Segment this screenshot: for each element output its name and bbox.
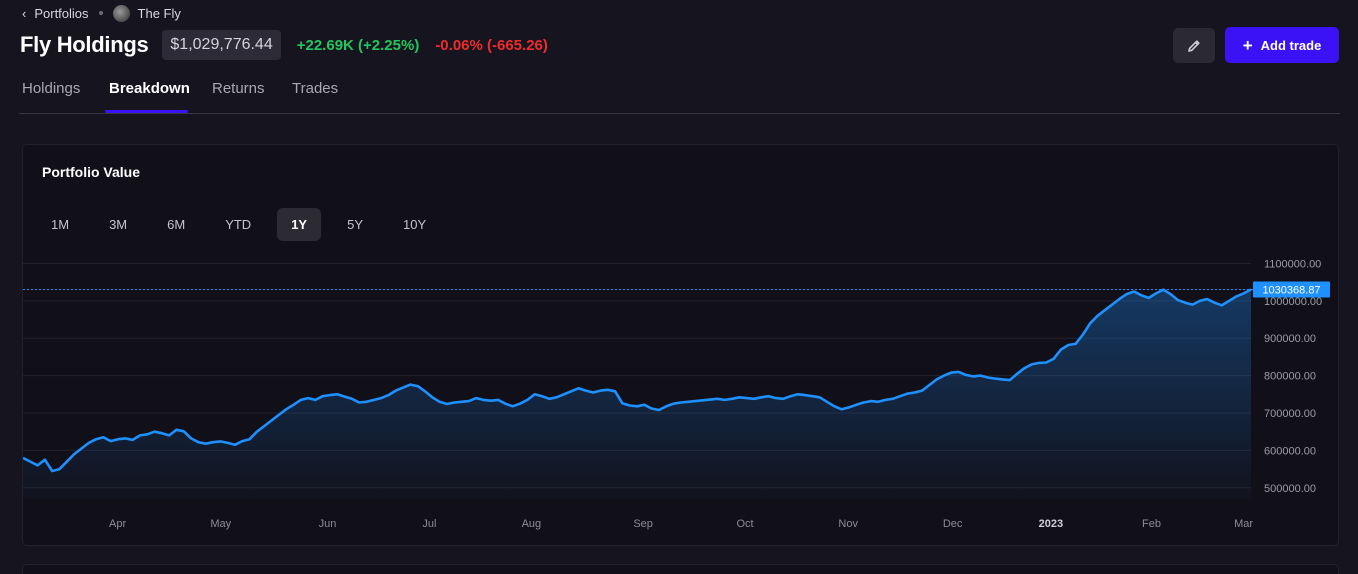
time-range-selector: 1M 3M 6M YTD 1Y 5Y 10Y bbox=[37, 208, 452, 241]
x-tick-label: Aug bbox=[522, 518, 542, 530]
active-tab-indicator bbox=[105, 110, 188, 113]
tab-trades[interactable]: Trades bbox=[292, 80, 338, 97]
x-tick-label: Dec bbox=[943, 518, 963, 530]
y-tick-label: 700000.00 bbox=[1264, 408, 1316, 420]
y-tick-label: 500000.00 bbox=[1264, 483, 1316, 495]
plus-icon: + bbox=[1242, 35, 1253, 55]
y-tick-label: 800000.00 bbox=[1264, 371, 1316, 383]
breadcrumb-separator bbox=[98, 11, 103, 15]
range-3m-button[interactable]: 3M bbox=[95, 208, 141, 241]
edit-portfolio-button[interactable] bbox=[1173, 28, 1215, 63]
tab-holdings[interactable]: Holdings bbox=[22, 80, 80, 97]
portfolio-tabs: Holdings Breakdown Returns Trades bbox=[19, 72, 1340, 114]
range-1m-button[interactable]: 1M bbox=[37, 208, 83, 241]
range-1y-button[interactable]: 1Y bbox=[277, 208, 322, 241]
x-tick-label: Feb bbox=[1142, 518, 1161, 530]
y-tick-label: 1100000.00 bbox=[1264, 258, 1321, 270]
avatar bbox=[112, 4, 130, 22]
range-5y-button[interactable]: 5Y bbox=[333, 208, 377, 241]
breadcrumb-owner: The Fly bbox=[137, 5, 181, 21]
secondary-card bbox=[22, 564, 1339, 574]
portfolio-value-chart[interactable]: 1100000.00 1000000.00 900000.00 800000.00 70… bbox=[23, 256, 1340, 545]
y-tick-label: 600000.00 bbox=[1264, 445, 1316, 457]
chevron-left-icon[interactable]: ‹ bbox=[22, 6, 26, 21]
range-6m-button[interactable]: 6M bbox=[153, 208, 199, 241]
page-title: Fly Holdings bbox=[20, 32, 149, 57]
portfolio-value-card: Portfolio Value 1M 3M 6M YTD 1Y 5Y 10Y 1… bbox=[22, 144, 1339, 546]
range-10y-button[interactable]: 10Y bbox=[389, 208, 440, 241]
add-trade-button[interactable]: + Add trade bbox=[1225, 27, 1339, 63]
tab-breakdown[interactable]: Breakdown bbox=[109, 80, 190, 97]
add-trade-label: Add trade bbox=[1260, 37, 1322, 53]
range-ytd-button[interactable]: YTD bbox=[211, 208, 265, 241]
x-tick-label: May bbox=[210, 518, 231, 530]
x-tick-label: Jun bbox=[319, 518, 337, 530]
x-tick-label: Apr bbox=[109, 518, 126, 530]
current-value-label: 1030368.87 bbox=[1262, 285, 1320, 297]
portfolio-value-badge: $1,029,776.44 bbox=[162, 30, 281, 60]
x-tick-label: Jul bbox=[422, 518, 436, 530]
series-area bbox=[23, 289, 1251, 499]
portfolio-header: Fly Holdings $1,029,776.44 +22.69K (+2.2… bbox=[20, 30, 548, 60]
x-tick-label: Nov bbox=[838, 518, 858, 530]
pencil-icon bbox=[1188, 39, 1200, 52]
x-tick-label: 2023 bbox=[1039, 518, 1063, 530]
y-tick-label: 900000.00 bbox=[1264, 333, 1316, 345]
x-tick-label: Sep bbox=[633, 518, 653, 530]
x-tick-label: Mar bbox=[1234, 518, 1253, 530]
breadcrumb-portfolios-link[interactable]: Portfolios bbox=[34, 6, 88, 21]
total-change-text: +22.69K (+2.25%) bbox=[296, 36, 420, 54]
breadcrumb: ‹ Portfolios The Fly bbox=[22, 4, 181, 22]
day-change-text: -0.06% (-665.26) bbox=[435, 36, 548, 54]
y-tick-label: 1000000.00 bbox=[1264, 296, 1322, 308]
card-title: Portfolio Value bbox=[42, 164, 141, 180]
x-tick-label: Oct bbox=[737, 518, 754, 530]
tab-returns[interactable]: Returns bbox=[212, 80, 265, 97]
